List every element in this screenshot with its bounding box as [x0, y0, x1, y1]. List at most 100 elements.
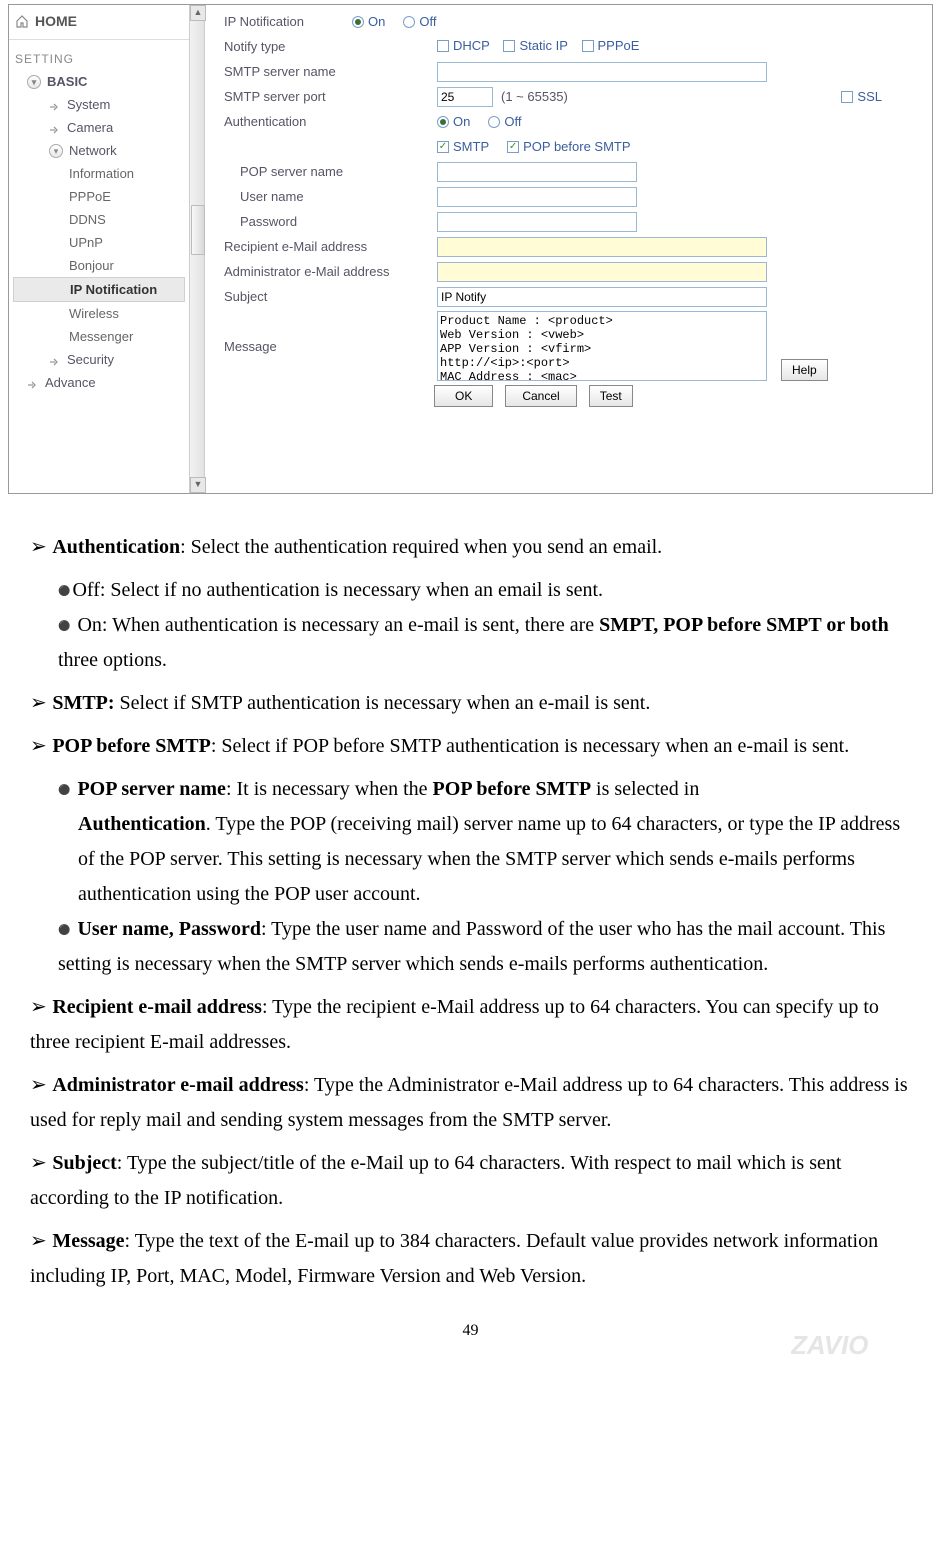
port-range: (1 ~ 65535) [501, 89, 568, 104]
nav-network[interactable]: ▾ Network [9, 139, 189, 162]
popb4-text: : Select if POP before SMTP authenticati… [211, 735, 849, 757]
bullet-icon [49, 123, 61, 133]
radio-icon [403, 16, 415, 28]
admin-email-label: Administrator e-Mail address [224, 264, 429, 279]
auth-text: : Select the authentication required whe… [180, 536, 662, 558]
nav-home-label: HOME [35, 13, 77, 29]
nav-network-label: Network [69, 143, 117, 158]
nav-basic[interactable]: ▾ BASIC [9, 70, 189, 93]
notify-type-label: Notify type [224, 39, 429, 54]
auth-pop-before-smtp-checkbox[interactable]: ✓ POP before SMTP [507, 139, 630, 154]
message-textarea[interactable] [437, 311, 767, 381]
ip-notif-off[interactable]: Off [403, 14, 436, 29]
sidebar: HOME SETTING ▾ BASIC System Camera ▾ Net… [9, 5, 189, 493]
nav-information[interactable]: Information [9, 162, 189, 185]
password-label: Password [224, 214, 429, 229]
user-name-input[interactable] [437, 187, 637, 207]
nav-messenger[interactable]: Messenger [9, 325, 189, 348]
nav-bonjour[interactable]: Bonjour [9, 254, 189, 277]
authentication-label: Authentication [224, 114, 429, 129]
chevron-down-icon: ▾ [27, 75, 41, 89]
svg-text:ZAVIO: ZAVIO [791, 1332, 869, 1358]
subject-input[interactable] [437, 287, 767, 307]
doc-auth-on: On: When authentication is necessary an … [30, 608, 911, 678]
nav-home[interactable]: HOME [9, 5, 189, 37]
checkbox-icon [437, 40, 449, 52]
on-label: On [453, 114, 470, 129]
ip-notif-label: IP Notification [224, 14, 344, 29]
nav-wireless[interactable]: Wireless [9, 302, 189, 325]
doc-admin: Administrator e-mail address: Type the A… [30, 1068, 911, 1138]
popsrv-title: POP server name [77, 778, 225, 800]
off-label: Off [504, 114, 521, 129]
on-label: On [368, 14, 385, 29]
doc-pop-before-smtp: POP before SMTP: Select if POP before SM… [30, 729, 911, 764]
nav-pppoe[interactable]: PPPoE [9, 185, 189, 208]
doc-message: Message: Type the text of the E-mail up … [30, 1224, 911, 1294]
smtp-server-port-input[interactable] [437, 87, 493, 107]
recipient-input[interactable] [437, 237, 767, 257]
notify-pppoe[interactable]: PPPoE [582, 38, 640, 53]
ip-notif-on[interactable]: On [352, 14, 385, 29]
checkbox-icon [841, 91, 853, 103]
checkbox-checked-icon: ✓ [507, 141, 519, 153]
sidebar-scrollbar[interactable]: ▲ ▼ [189, 5, 205, 493]
smtp-cb-label: SMTP [453, 139, 489, 154]
user-name-label: User name [224, 189, 429, 204]
notify-dhcp[interactable]: DHCP [437, 38, 490, 53]
checkbox-icon [582, 40, 594, 52]
smtp-server-port-label: SMTP server port [224, 89, 429, 104]
subject-label: Subject [224, 289, 429, 304]
smtp-server-name-input[interactable] [437, 62, 767, 82]
nav-upnp[interactable]: UPnP [9, 231, 189, 254]
popsrv-t2: is selected in [591, 778, 699, 800]
nav-basic-label: BASIC [47, 74, 87, 89]
nav-ip-notification[interactable]: IP Notification [13, 277, 185, 302]
subj-title: Subject [52, 1152, 116, 1174]
off-label: Off [419, 14, 436, 29]
nav-advance[interactable]: Advance [9, 371, 189, 394]
pop-server-name-label: POP server name [224, 164, 429, 179]
ssl-checkbox[interactable]: SSL [841, 89, 882, 104]
pop-server-name-input[interactable] [437, 162, 637, 182]
doc-pop-server: POP server name: It is necessary when th… [30, 772, 911, 807]
nav-security-label: Security [67, 352, 114, 367]
bullet-icon [49, 100, 61, 110]
chevron-down-icon: ▾ [49, 144, 63, 158]
popsrv-b1: POP before SMTP [433, 778, 592, 800]
home-icon [15, 14, 29, 28]
nav-security[interactable]: Security [9, 348, 189, 371]
smtp-server-name-label: SMTP server name [224, 64, 429, 79]
ok-button[interactable]: OK [434, 385, 493, 407]
nav-system[interactable]: System [9, 93, 189, 116]
doc-pop-server-cont: Authentication. Type the POP (receiving … [30, 807, 911, 912]
nav-ddns[interactable]: DDNS [9, 208, 189, 231]
notify-static[interactable]: Static IP [503, 38, 567, 53]
test-button[interactable]: Test [589, 385, 633, 407]
nav-system-label: System [67, 97, 110, 112]
document-body: Authentication: Select the authenticatio… [0, 502, 941, 1322]
cancel-button[interactable]: Cancel [505, 385, 576, 407]
auth-smtp-checkbox[interactable]: ✓SMTP [437, 139, 489, 154]
auth-on[interactable]: On [437, 114, 470, 129]
subj-text: : Type the subject/title of the e-Mail u… [30, 1152, 841, 1209]
radio-checked-icon [437, 116, 449, 128]
password-input[interactable] [437, 212, 637, 232]
pop-before-smtp-label: POP before SMTP [523, 139, 630, 154]
bullet-icon [49, 355, 61, 365]
scroll-down-icon[interactable]: ▼ [190, 477, 206, 493]
auth-off[interactable]: Off [488, 114, 521, 129]
pppoe-label: PPPoE [598, 38, 640, 53]
scroll-up-icon[interactable]: ▲ [190, 5, 206, 21]
auth-on-pre: On: When authentication is necessary an … [77, 614, 599, 636]
admin-title: Administrator e-mail address [52, 1074, 303, 1096]
doc-authentication: Authentication: Select the authenticatio… [30, 530, 911, 565]
bullet-icon [27, 378, 39, 388]
ssl-label: SSL [857, 89, 882, 104]
nav-camera[interactable]: Camera [9, 116, 189, 139]
nav-advance-label: Advance [45, 375, 96, 390]
scroll-thumb[interactable] [191, 205, 205, 255]
admin-email-input[interactable] [437, 262, 767, 282]
help-button[interactable]: Help [781, 359, 828, 381]
auth-on-post: three options. [58, 649, 167, 671]
